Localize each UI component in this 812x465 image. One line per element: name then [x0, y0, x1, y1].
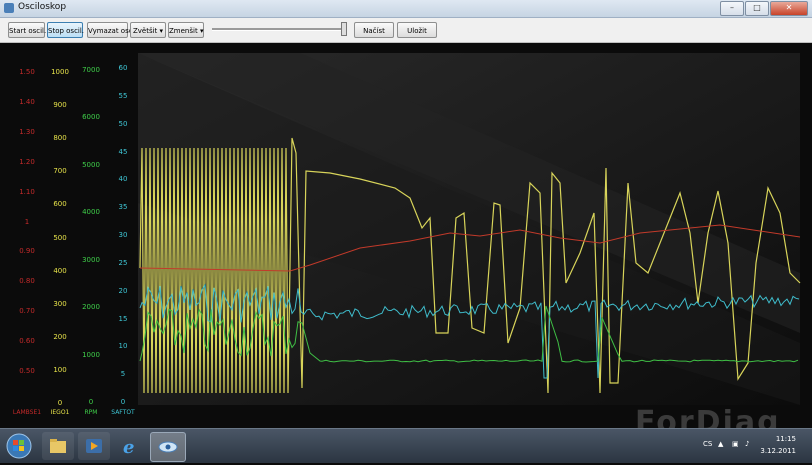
lambda-tick-label: 1.50: [19, 68, 35, 76]
network-icon[interactable]: ▣: [732, 440, 739, 448]
saftot-tick-label: 25: [118, 258, 128, 267]
start-oscil-button[interactable]: Start oscil.: [8, 22, 46, 38]
rpm-tick-label: 4000: [82, 208, 100, 217]
iego-tick-label: 200: [53, 332, 67, 341]
clear-oscil-button[interactable]: Vymazat oscil.: [87, 22, 139, 38]
iego-tick-label: 600: [53, 200, 67, 209]
rpm-tick-label: 6000: [82, 113, 100, 122]
chevron-down-icon: ▾: [159, 27, 164, 35]
zoom-in-button[interactable]: Zvětšit ▾: [130, 22, 166, 38]
iego-tick-label: 300: [53, 299, 67, 308]
volume-icon[interactable]: ♪: [745, 440, 749, 448]
clock-time: 11:15: [775, 435, 796, 443]
rpm-tick-label: 7000: [82, 66, 100, 74]
saftot-tick-label: 55: [118, 91, 128, 100]
rpm-tick-label: 2000: [82, 303, 100, 312]
iego-tick-label: 900: [53, 101, 67, 110]
language-indicator[interactable]: CS: [703, 440, 712, 448]
iego-tick-label: 500: [53, 233, 67, 242]
saftot-tick-label: 45: [118, 147, 128, 156]
lambda-tick-label: 1.20: [19, 157, 35, 166]
time-slider[interactable]: [212, 28, 342, 31]
app-icon: [4, 3, 14, 13]
clock[interactable]: 11:15 3.12.2011: [760, 433, 796, 457]
toolbar: Start oscil. Stop oscil. Vymazat oscil. …: [0, 18, 812, 43]
lambda-tick-label: 0.60: [19, 337, 35, 346]
load-button[interactable]: Načíst: [354, 22, 394, 38]
start-button[interactable]: [4, 432, 36, 460]
ie-taskbar-item[interactable]: e: [114, 432, 146, 460]
media-player-taskbar-item[interactable]: [78, 432, 110, 460]
lambda-tick-label: 1.40: [19, 97, 35, 106]
iego-tick-label: 100: [53, 365, 67, 374]
maximize-button[interactable]: □: [745, 1, 769, 16]
lambda-tick-label: 1.10: [19, 187, 35, 196]
lambda-tick-label: 1: [24, 217, 30, 226]
chevron-down-icon: ▾: [199, 27, 204, 35]
explorer-taskbar-item[interactable]: [42, 432, 74, 460]
lambda-tick-label: 0.80: [19, 277, 35, 286]
saftot-tick-label: 60: [118, 64, 128, 72]
zoom-in-label: Zvětšit: [132, 27, 158, 35]
window-controls: – □ ✕: [720, 1, 808, 16]
saftot-tick-label: 35: [118, 203, 128, 212]
app-eye-icon: [158, 441, 178, 453]
taskbar: e CS ▲ ▣ ♪ 11:15 3.12.2011: [0, 428, 812, 463]
rpm-tick-label: 5000: [82, 160, 100, 169]
tray-expand-icon[interactable]: ▲: [718, 440, 723, 448]
internet-explorer-icon: e: [123, 437, 134, 458]
lambda-tick-label: 0.90: [19, 247, 35, 256]
iego-tick-label: 800: [53, 134, 67, 143]
svg-text:e: e: [123, 437, 134, 458]
lambda-tick-label: 0.50: [19, 367, 35, 375]
rpm-tick-label: 1000: [82, 350, 100, 359]
title-bar: Osciloskop – □ ✕: [0, 0, 812, 18]
play-icon: [86, 439, 102, 453]
saftot-tick-label: 40: [118, 175, 128, 184]
rpm-label: RPM: [84, 409, 98, 416]
save-button[interactable]: Uložit: [397, 22, 437, 38]
iego-tick-label: 700: [53, 167, 67, 176]
rpm-tick-label: 0: [88, 398, 94, 406]
iego-tick-label: 400: [53, 266, 67, 275]
iego-trace: [139, 137, 801, 394]
time-slider-thumb[interactable]: [341, 22, 347, 36]
lambse1-label: LAMBSE1: [12, 409, 42, 416]
saftot-tick-label: 5: [120, 370, 126, 379]
iego1-label: IEGO1: [50, 409, 70, 416]
iego-tick-label: 0: [57, 399, 63, 407]
saftot-tick-label: 20: [118, 286, 128, 295]
zoom-out-label: Zmenšit: [169, 27, 198, 35]
clock-date: 3.12.2011: [760, 447, 796, 455]
saftot-tick-label: 50: [118, 119, 128, 128]
saftot-label: SAFTOT: [111, 409, 135, 416]
stop-oscil-button[interactable]: Stop oscil.: [47, 22, 84, 38]
rpm-tick-label: 3000: [82, 255, 100, 264]
close-button[interactable]: ✕: [770, 1, 808, 16]
lambda-tick-label: 1.30: [19, 127, 35, 136]
saftot-tick-label: 10: [118, 342, 128, 351]
zoom-out-button[interactable]: Zmenšit ▾: [168, 22, 204, 38]
saftot-tick-label: 30: [118, 231, 128, 239]
folder-icon: [50, 439, 66, 453]
minimize-button[interactable]: –: [720, 1, 744, 16]
window-title: Osciloskop: [18, 2, 67, 12]
saftot-tick-label: 0: [120, 398, 126, 406]
windows-logo-icon: [6, 433, 32, 459]
saftot-tick-label: 15: [118, 314, 128, 323]
oscilloscope-taskbar-item[interactable]: [150, 432, 186, 462]
iego-tick-label: 1000: [51, 68, 69, 76]
lambda-tick-label: 0.70: [19, 307, 35, 316]
